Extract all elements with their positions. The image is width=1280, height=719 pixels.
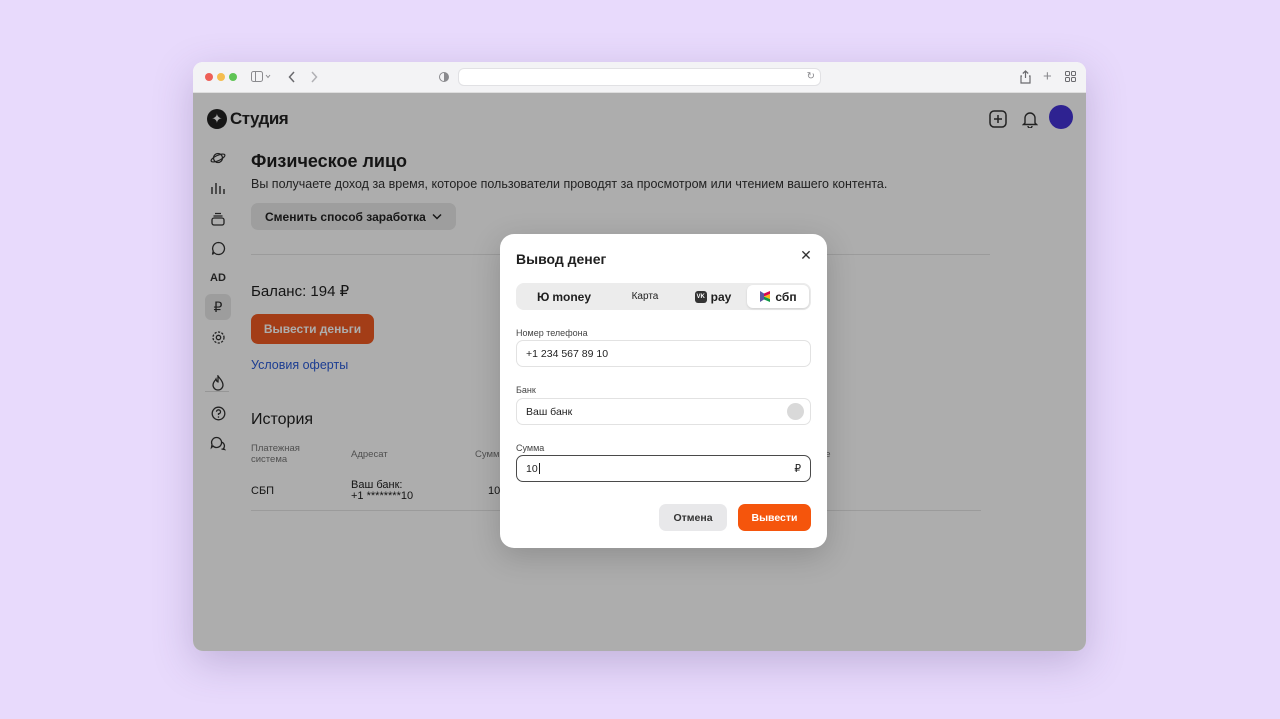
back-icon[interactable] bbox=[288, 71, 296, 85]
browser-titlebar: ↻ + bbox=[193, 62, 1086, 93]
tab-card-label: Карта bbox=[631, 291, 659, 302]
bank-label: Банк bbox=[516, 385, 536, 395]
tab-card[interactable]: Карта bbox=[612, 285, 678, 308]
amount-value: 10 bbox=[526, 462, 538, 475]
address-bar[interactable]: ↻ bbox=[458, 68, 821, 86]
sidebar-toggle-icon[interactable] bbox=[251, 71, 271, 85]
tab-overview-icon[interactable] bbox=[1065, 71, 1076, 84]
minimize-window-button[interactable] bbox=[217, 73, 225, 81]
forward-icon[interactable] bbox=[310, 71, 318, 85]
bank-logo-icon bbox=[787, 403, 804, 420]
currency-symbol: ₽ bbox=[794, 463, 801, 475]
new-tab-icon[interactable]: + bbox=[1043, 69, 1052, 84]
tab-vkpay[interactable]: VK pay bbox=[680, 285, 746, 308]
phone-value: +1 234 567 89 10 bbox=[526, 347, 609, 360]
tab-yoomoney[interactable]: Ю money bbox=[518, 285, 610, 308]
maximize-window-button[interactable] bbox=[229, 73, 237, 81]
privacy-shield-icon[interactable] bbox=[439, 71, 449, 85]
reload-icon[interactable]: ↻ bbox=[807, 71, 815, 82]
sbp-icon bbox=[760, 291, 771, 302]
yoomoney-icon: Ю bbox=[536, 289, 549, 304]
tab-sbp-label: сбп bbox=[775, 289, 797, 304]
close-icon[interactable]: ✕ bbox=[797, 246, 815, 264]
close-window-button[interactable] bbox=[205, 73, 213, 81]
phone-label: Номер телефона bbox=[516, 328, 588, 338]
tab-vkpay-label: pay bbox=[710, 289, 732, 304]
payment-method-tabs: Ю money Карта VK pay сбп bbox=[516, 283, 811, 310]
withdraw-modal: Вывод денег ✕ Ю money Карта VK pay сбп Н… bbox=[500, 234, 827, 548]
bank-value: Ваш банк bbox=[526, 405, 573, 418]
tab-sbp[interactable]: сбп bbox=[747, 285, 809, 308]
share-icon[interactable] bbox=[1020, 70, 1031, 86]
modal-title: Вывод денег bbox=[516, 251, 607, 267]
tab-yoomoney-label: money bbox=[552, 289, 592, 304]
phone-field[interactable]: +1 234 567 89 10 bbox=[516, 340, 811, 367]
text-caret bbox=[538, 463, 540, 474]
withdraw-submit-button[interactable]: Вывести bbox=[738, 504, 811, 531]
amount-input[interactable]: 10 ₽ bbox=[516, 455, 811, 482]
cancel-button[interactable]: Отмена bbox=[659, 504, 727, 531]
amount-label: Сумма bbox=[516, 443, 545, 453]
vk-icon: VK bbox=[694, 290, 707, 303]
bank-select[interactable]: Ваш банк bbox=[516, 398, 811, 425]
